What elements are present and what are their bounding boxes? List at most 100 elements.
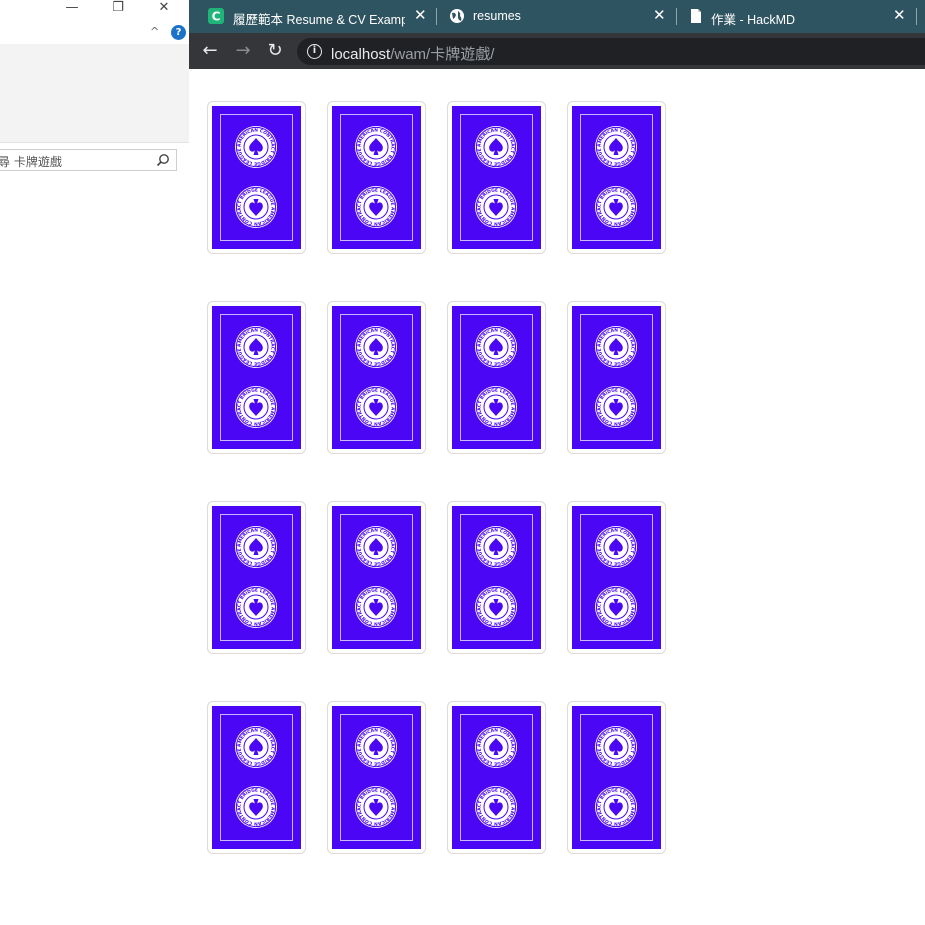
card-face-down[interactable]: AMERICAN CONTRACT BRIDGE LEAGUE AMERICAN… xyxy=(327,501,426,654)
search-icon[interactable] xyxy=(156,153,170,167)
tab-close-button[interactable]: ✕ xyxy=(653,6,666,24)
card-face-down[interactable]: AMERICAN CONTRACT BRIDGE LEAGUE AMERICAN… xyxy=(567,701,666,854)
close-button[interactable]: ✕ xyxy=(149,0,179,18)
card-face-down[interactable]: AMERICAN CONTRACT BRIDGE LEAGUE AMERICAN… xyxy=(447,501,546,654)
spade-emblem-icon: AMERICAN CONTRACT BRIDGE LEAGUE xyxy=(354,385,398,429)
card-back-pattern: AMERICAN CONTRACT BRIDGE LEAGUE AMERICAN… xyxy=(452,106,541,249)
card-back-pattern: AMERICAN CONTRACT BRIDGE LEAGUE AMERICAN… xyxy=(212,506,301,649)
spade-emblem-icon: AMERICAN CONTRACT BRIDGE LEAGUE xyxy=(474,125,518,169)
restore-button[interactable]: ❐ xyxy=(103,0,133,18)
globe-icon xyxy=(450,9,464,23)
spade-emblem-icon: AMERICAN CONTRACT BRIDGE LEAGUE xyxy=(354,325,398,369)
chevron-up-icon[interactable]: ^ xyxy=(150,25,159,38)
c-logo-icon: C xyxy=(208,8,224,24)
tab-resumes[interactable]: resumes ✕ xyxy=(437,0,676,33)
spade-emblem-icon: AMERICAN CONTRACT BRIDGE LEAGUE xyxy=(474,185,518,229)
card-back-pattern: AMERICAN CONTRACT BRIDGE LEAGUE AMERICAN… xyxy=(212,306,301,449)
tab-close-button[interactable]: ✕ xyxy=(414,6,427,24)
card-face-down[interactable]: AMERICAN CONTRACT BRIDGE LEAGUE AMERICAN… xyxy=(207,501,306,654)
card-face-down[interactable]: AMERICAN CONTRACT BRIDGE LEAGUE AMERICAN… xyxy=(567,301,666,454)
spade-emblem-icon: AMERICAN CONTRACT BRIDGE LEAGUE xyxy=(234,125,278,169)
spade-emblem-icon: AMERICAN CONTRACT BRIDGE LEAGUE xyxy=(234,785,278,829)
card-face-down[interactable]: AMERICAN CONTRACT BRIDGE LEAGUE AMERICAN… xyxy=(207,101,306,254)
card-back-pattern: AMERICAN CONTRACT BRIDGE LEAGUE AMERICAN… xyxy=(572,706,661,849)
tab-title: 作業 - HackMD xyxy=(711,13,796,27)
address-bar[interactable]: i localhost/wam/卡牌遊戲/ xyxy=(297,38,925,65)
spade-emblem-icon: AMERICAN CONTRACT BRIDGE LEAGUE xyxy=(234,725,278,769)
card-face-down[interactable]: AMERICAN CONTRACT BRIDGE LEAGUE AMERICAN… xyxy=(207,301,306,454)
spade-emblem-icon: AMERICAN CONTRACT BRIDGE LEAGUE xyxy=(594,585,638,629)
window-controls: — ❐ ✕ xyxy=(0,0,189,22)
card-back-pattern: AMERICAN CONTRACT BRIDGE LEAGUE AMERICAN… xyxy=(332,106,421,249)
card-back-pattern: AMERICAN CONTRACT BRIDGE LEAGUE AMERICAN… xyxy=(332,706,421,849)
card-face-down[interactable]: AMERICAN CONTRACT BRIDGE LEAGUE AMERICAN… xyxy=(567,501,666,654)
browser-window: C 履歷範本 Resume & CV Exampl ✕ resumes ✕ 作業… xyxy=(189,0,925,925)
document-icon xyxy=(691,9,701,23)
help-icon[interactable]: ? xyxy=(171,25,186,40)
spade-emblem-icon: AMERICAN CONTRACT BRIDGE LEAGUE xyxy=(594,525,638,569)
tab-resume-examples[interactable]: C 履歷範本 Resume & CV Exampl ✕ xyxy=(189,0,435,33)
card-face-down[interactable]: AMERICAN CONTRACT BRIDGE LEAGUE AMERICAN… xyxy=(447,101,546,254)
card-face-down[interactable]: AMERICAN CONTRACT BRIDGE LEAGUE AMERICAN… xyxy=(327,101,426,254)
card-back-pattern: AMERICAN CONTRACT BRIDGE LEAGUE AMERICAN… xyxy=(332,506,421,649)
spade-emblem-icon: AMERICAN CONTRACT BRIDGE LEAGUE xyxy=(474,725,518,769)
tab-title: resumes xyxy=(473,9,521,23)
spade-emblem-icon: AMERICAN CONTRACT BRIDGE LEAGUE xyxy=(474,325,518,369)
card-back-pattern: AMERICAN CONTRACT BRIDGE LEAGUE AMERICAN… xyxy=(452,506,541,649)
back-arrow-icon[interactable]: ← xyxy=(199,40,221,62)
spade-emblem-icon: AMERICAN CONTRACT BRIDGE LEAGUE xyxy=(474,385,518,429)
file-explorer-window: — ❐ ✕ ^ ? 尋 卡牌遊戲 xyxy=(0,0,189,925)
card-back-pattern: AMERICAN CONTRACT BRIDGE LEAGUE AMERICAN… xyxy=(452,306,541,449)
card-face-down[interactable]: AMERICAN CONTRACT BRIDGE LEAGUE AMERICAN… xyxy=(327,301,426,454)
tab-separator xyxy=(916,8,917,25)
card-face-down[interactable]: AMERICAN CONTRACT BRIDGE LEAGUE AMERICAN… xyxy=(567,101,666,254)
spade-emblem-icon: AMERICAN CONTRACT BRIDGE LEAGUE xyxy=(354,585,398,629)
spade-emblem-icon: AMERICAN CONTRACT BRIDGE LEAGUE xyxy=(594,785,638,829)
card-face-down[interactable]: AMERICAN CONTRACT BRIDGE LEAGUE AMERICAN… xyxy=(447,301,546,454)
forward-arrow-icon[interactable]: → xyxy=(232,40,254,62)
card-back-pattern: AMERICAN CONTRACT BRIDGE LEAGUE AMERICAN… xyxy=(332,306,421,449)
tab-close-button[interactable]: ✕ xyxy=(893,6,906,24)
minimize-button[interactable]: — xyxy=(57,0,87,18)
card-face-down[interactable]: AMERICAN CONTRACT BRIDGE LEAGUE AMERICAN… xyxy=(447,701,546,854)
spade-emblem-icon: AMERICAN CONTRACT BRIDGE LEAGUE xyxy=(474,785,518,829)
ribbon-area xyxy=(0,44,189,143)
spade-emblem-icon: AMERICAN CONTRACT BRIDGE LEAGUE xyxy=(234,185,278,229)
card-back-pattern: AMERICAN CONTRACT BRIDGE LEAGUE AMERICAN… xyxy=(572,306,661,449)
spade-emblem-icon: AMERICAN CONTRACT BRIDGE LEAGUE xyxy=(474,525,518,569)
spade-emblem-icon: AMERICAN CONTRACT BRIDGE LEAGUE xyxy=(594,325,638,369)
spade-emblem-icon: AMERICAN CONTRACT BRIDGE LEAGUE xyxy=(234,585,278,629)
spade-emblem-icon: AMERICAN CONTRACT BRIDGE LEAGUE xyxy=(354,185,398,229)
spade-emblem-icon: AMERICAN CONTRACT BRIDGE LEAGUE xyxy=(594,385,638,429)
card-back-pattern: AMERICAN CONTRACT BRIDGE LEAGUE AMERICAN… xyxy=(452,706,541,849)
search-input[interactable]: 尋 卡牌遊戲 xyxy=(0,149,177,171)
card-back-pattern: AMERICAN CONTRACT BRIDGE LEAGUE AMERICAN… xyxy=(572,106,661,249)
info-icon[interactable]: i xyxy=(307,44,322,59)
spade-emblem-icon: AMERICAN CONTRACT BRIDGE LEAGUE xyxy=(234,385,278,429)
url-path: /wam/卡牌遊戲/ xyxy=(390,46,495,63)
spade-emblem-icon: AMERICAN CONTRACT BRIDGE LEAGUE xyxy=(474,585,518,629)
spade-emblem-icon: AMERICAN CONTRACT BRIDGE LEAGUE xyxy=(234,525,278,569)
card-back-pattern: AMERICAN CONTRACT BRIDGE LEAGUE AMERICAN… xyxy=(212,706,301,849)
tab-bar: C 履歷範本 Resume & CV Exampl ✕ resumes ✕ 作業… xyxy=(189,0,925,33)
spade-emblem-icon: AMERICAN CONTRACT BRIDGE LEAGUE xyxy=(594,185,638,229)
card-face-down[interactable]: AMERICAN CONTRACT BRIDGE LEAGUE AMERICAN… xyxy=(207,701,306,854)
tab-hackmd[interactable]: 作業 - HackMD ✕ xyxy=(677,0,917,33)
search-input-text: 尋 卡牌遊戲 xyxy=(0,155,62,169)
ribbon-header: ^ ? xyxy=(0,22,189,44)
card-face-down[interactable]: AMERICAN CONTRACT BRIDGE LEAGUE AMERICAN… xyxy=(327,701,426,854)
browser-toolbar: ← → ↻ i localhost/wam/卡牌遊戲/ xyxy=(189,33,925,69)
card-back-pattern: AMERICAN CONTRACT BRIDGE LEAGUE AMERICAN… xyxy=(212,106,301,249)
page-content: AMERICAN CONTRACT BRIDGE LEAGUE AMERICAN… xyxy=(189,69,925,925)
url-host: localhost xyxy=(331,46,391,63)
spade-emblem-icon: AMERICAN CONTRACT BRIDGE LEAGUE xyxy=(354,125,398,169)
card-back-pattern: AMERICAN CONTRACT BRIDGE LEAGUE AMERICAN… xyxy=(572,506,661,649)
spade-emblem-icon: AMERICAN CONTRACT BRIDGE LEAGUE xyxy=(354,785,398,829)
spade-emblem-icon: AMERICAN CONTRACT BRIDGE LEAGUE xyxy=(594,125,638,169)
reload-icon[interactable]: ↻ xyxy=(264,40,286,62)
spade-emblem-icon: AMERICAN CONTRACT BRIDGE LEAGUE xyxy=(354,525,398,569)
spade-emblem-icon: AMERICAN CONTRACT BRIDGE LEAGUE xyxy=(594,725,638,769)
spade-emblem-icon: AMERICAN CONTRACT BRIDGE LEAGUE xyxy=(234,325,278,369)
svg-text:C: C xyxy=(212,10,221,24)
url-text: localhost/wam/卡牌遊戲/ xyxy=(331,43,494,64)
